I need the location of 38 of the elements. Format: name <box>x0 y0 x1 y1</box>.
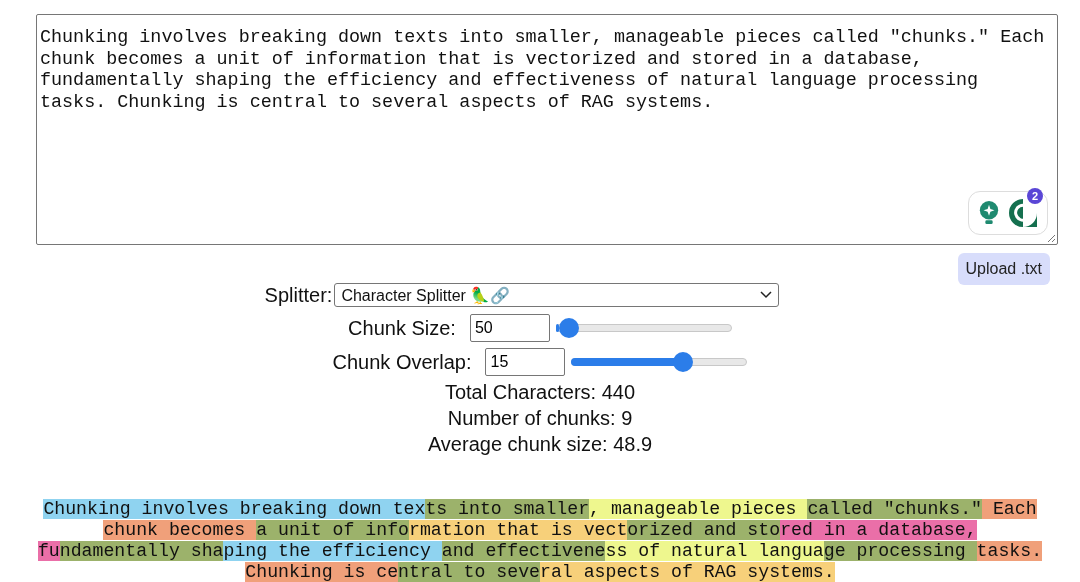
chunk-segment: and effectivene <box>441 541 606 561</box>
upload-button[interactable]: Upload .txt <box>957 253 1050 285</box>
chunk-segment: fu <box>37 541 60 561</box>
chevron-down-icon <box>760 291 773 299</box>
chunk-segment: ge processing <box>823 541 977 561</box>
number-input[interactable]: 15 <box>485 348 566 376</box>
chunk-segment: Chunking involves breaking down tex <box>43 499 426 519</box>
slider-thumb[interactable] <box>672 352 693 372</box>
stat-text: Total Characters: 440 <box>444 380 636 405</box>
chunk-segment: rmation that is vect <box>409 520 628 540</box>
chunk-segment: , manageable pieces <box>589 499 808 519</box>
chunk-segment: ntral to seve <box>398 562 540 582</box>
slider-thumb[interactable] <box>559 318 580 338</box>
chunk-segment: a unit of info <box>256 520 409 540</box>
stat-text: Number of chunks: 9 <box>447 406 633 431</box>
chunk-segment: tasks. <box>976 541 1043 561</box>
chunk-segment: Each <box>982 499 1037 519</box>
setting-label: Chunk Size: <box>348 316 456 340</box>
splitter-label: Splitter: <box>264 283 333 307</box>
chunk-segment: chunk becomes <box>103 520 257 540</box>
chunk-segment: ral aspects of RAG systems. <box>540 562 835 582</box>
lightbulb-icon[interactable] <box>978 200 1000 226</box>
chunk-segment: red in a database, <box>780 520 977 540</box>
slider[interactable] <box>571 352 748 372</box>
chunk-segment: ss of natural langua <box>605 541 824 561</box>
chunk-segment: Chunking is ce <box>245 562 399 582</box>
setting-label: Chunk Overlap: <box>332 350 472 374</box>
chunk-segment: called "chunks." <box>807 499 983 519</box>
number-input[interactable]: 50 <box>469 314 550 342</box>
chunk-segment: ndamentally sha <box>59 541 224 561</box>
resize-handle-icon[interactable] <box>1046 233 1056 243</box>
chunk-segment: ping the efficiency <box>223 541 442 561</box>
chunk-segment: orized and sto <box>627 520 781 540</box>
splitter-dropdown[interactable]: Character Splitter 🦜🔗 <box>334 283 780 307</box>
chunk-segment: ts into smaller <box>425 499 590 519</box>
slider[interactable] <box>555 318 732 338</box>
notification-badge: 2 <box>1027 188 1043 204</box>
stat-text: Average chunk size: 48.9 <box>427 432 653 457</box>
